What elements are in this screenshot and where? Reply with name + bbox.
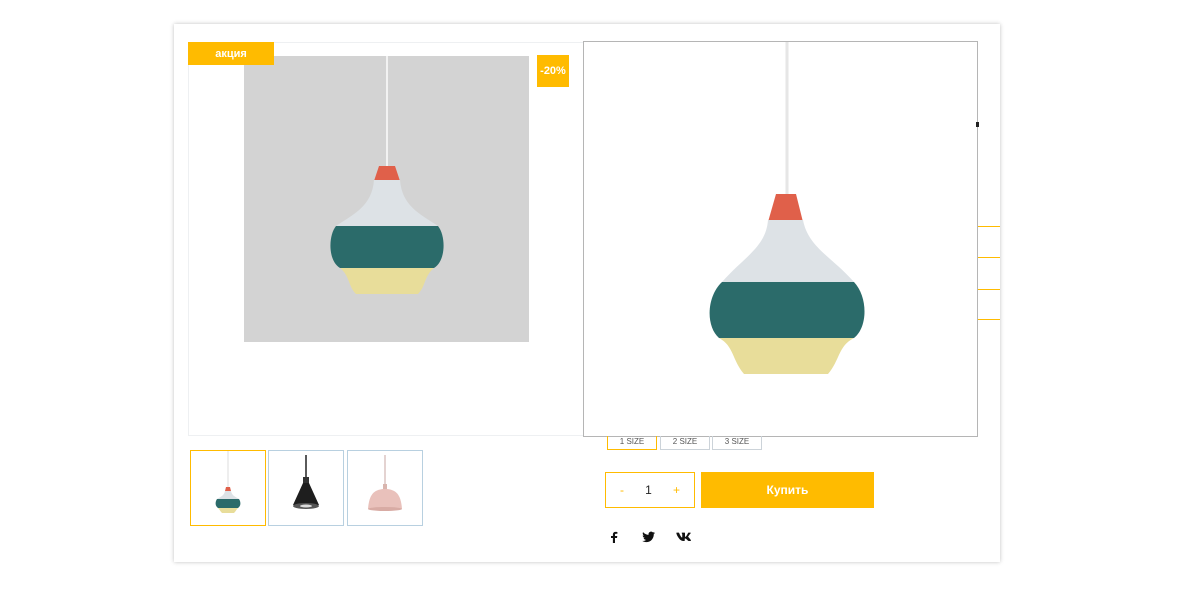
twitter-icon[interactable] [640,529,656,545]
option-row-border [978,289,1000,290]
quantity-increase-button[interactable]: + [673,483,680,497]
zoomed-lamp-image [584,42,977,436]
option-row-border [978,226,1000,227]
size-option-3[interactable]: 3 SIZE [712,436,762,450]
edge-marker [976,122,979,127]
thumbnail-pink-lamp[interactable] [347,450,423,526]
zoom-preview-pane [583,41,978,437]
main-product-image[interactable] [244,56,529,342]
option-row-border [978,319,1000,320]
pink-lamp-thumbnail-image [368,455,402,511]
quantity-value[interactable]: 1 [645,483,652,497]
sale-badge: акция [188,42,274,65]
quantity-stepper: - 1 + [605,472,695,508]
buy-button[interactable]: Купить [701,472,874,508]
size-option-1[interactable]: 1 SIZE [607,436,657,450]
size-option-2[interactable]: 2 SIZE [660,436,710,450]
discount-badge: -20% [537,55,569,87]
black-lamp-thumbnail-image [293,455,319,509]
vk-icon[interactable] [675,529,691,545]
facebook-icon[interactable] [606,529,622,545]
thumbnail-teal-lamp[interactable] [190,450,266,526]
option-row-border [978,257,1000,258]
teal-lamp-thumbnail-image [215,451,241,513]
thumbnail-black-lamp[interactable] [268,450,344,526]
quantity-decrease-button[interactable]: - [620,483,624,497]
lamp-image [244,56,529,342]
